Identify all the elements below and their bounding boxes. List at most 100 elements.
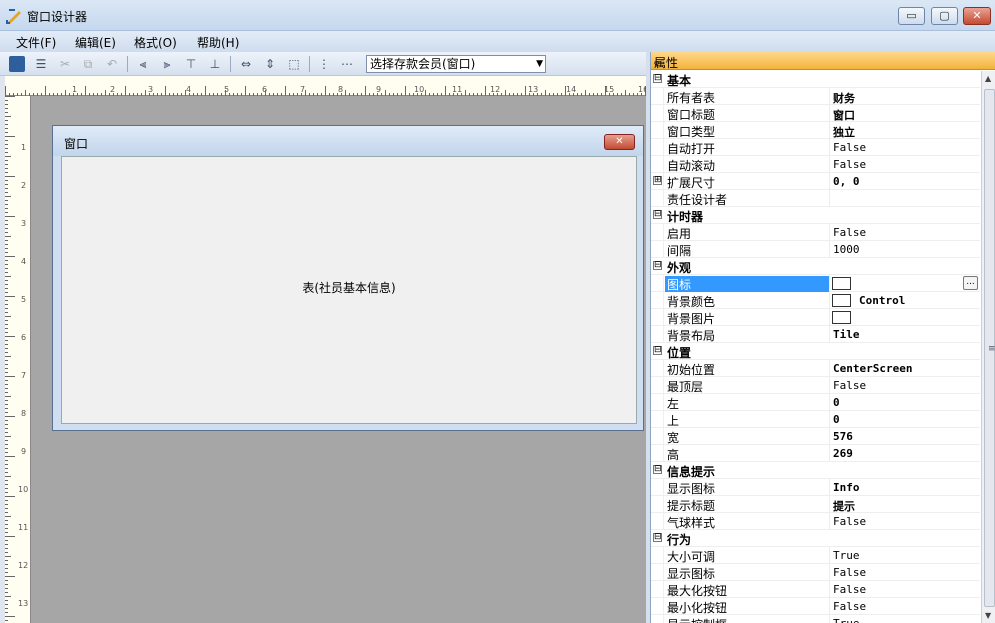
property-row[interactable]: 左0 xyxy=(651,394,980,411)
close-button[interactable]: ✕ xyxy=(963,7,991,25)
dropdown-arrow-icon[interactable]: ▼ xyxy=(536,56,543,72)
property-value[interactable]: 0 xyxy=(833,413,840,426)
property-row[interactable]: 上0 xyxy=(651,411,980,428)
property-category[interactable]: ⊟ 行为 xyxy=(651,530,980,547)
form-title-bar[interactable]: 窗口 ✕ xyxy=(53,126,643,156)
align-top-icon[interactable]: ⊤ xyxy=(183,56,199,72)
property-row[interactable]: 间隔 1000 xyxy=(651,241,980,258)
menu-format[interactable]: 格式(O) xyxy=(134,34,177,51)
property-value[interactable]: False xyxy=(833,515,866,528)
browse-button[interactable]: ... xyxy=(963,276,978,290)
menu-edit[interactable]: 编辑(E) xyxy=(75,34,116,51)
designed-form[interactable]: 窗口 ✕ 表(社员基本信息) xyxy=(52,125,644,431)
same-size-icon[interactable]: ⬚ xyxy=(286,56,302,72)
property-value[interactable]: 576 xyxy=(833,430,853,443)
property-value[interactable]: 独立 xyxy=(833,124,855,140)
expand-icon[interactable]: ⊞ xyxy=(653,176,662,185)
property-row[interactable]: 背景颜色 Control xyxy=(651,292,980,309)
property-category[interactable]: ⊟ 外观 xyxy=(651,258,980,275)
property-value[interactable]: 提示 xyxy=(833,498,855,514)
property-row[interactable]: 显示图标 Info xyxy=(651,479,980,496)
property-row[interactable]: 背景布局 Tile xyxy=(651,326,980,343)
pin-icon[interactable]: ᵩ xyxy=(654,54,992,68)
property-row[interactable]: 显示图标 False xyxy=(651,564,980,581)
property-row[interactable]: ⊞ 扩展尺寸 0, 0 xyxy=(651,173,980,190)
properties-icon[interactable]: ☰ xyxy=(33,56,49,72)
property-row[interactable]: 显示控制框 True xyxy=(651,615,980,623)
property-value[interactable]: 窗口 xyxy=(833,107,855,123)
property-value[interactable]: 0, 0 xyxy=(833,175,860,188)
table-placeholder-label[interactable]: 表(社员基本信息) xyxy=(62,279,636,296)
maximize-button[interactable]: ▢ xyxy=(931,7,958,25)
form-body[interactable]: 表(社员基本信息) xyxy=(61,156,637,424)
property-row[interactable]: 自动打开 False xyxy=(651,139,980,156)
window-selector[interactable]: 选择存款会员(窗口) ▼ xyxy=(366,55,546,73)
color-swatch[interactable] xyxy=(832,277,851,290)
property-row[interactable]: 窗口标题 窗口 xyxy=(651,105,980,122)
property-value[interactable]: False xyxy=(833,226,866,239)
property-row[interactable]: 最小化按钮 False xyxy=(651,598,980,615)
collapse-icon[interactable]: ⊟ xyxy=(653,210,662,219)
property-row[interactable]: 提示标题 提示 xyxy=(651,496,980,513)
property-value[interactable]: 0 xyxy=(833,396,840,409)
property-row[interactable]: 所有者表 财务 xyxy=(651,88,980,105)
same-width-icon[interactable]: ⇔ xyxy=(238,56,254,72)
property-value[interactable]: True xyxy=(833,617,860,623)
property-value[interactable]: False xyxy=(833,566,866,579)
color-swatch[interactable] xyxy=(832,311,851,324)
form-close-button[interactable]: ✕ xyxy=(604,134,635,150)
property-row[interactable]: 初始位置 CenterScreen xyxy=(651,360,980,377)
property-category[interactable]: ⊟ 计时器 xyxy=(651,207,980,224)
collapse-icon[interactable]: ⊟ xyxy=(653,261,662,270)
horizontal-spacing-icon[interactable]: ⋯ xyxy=(339,56,355,72)
property-value[interactable]: 269 xyxy=(833,447,853,460)
save-icon[interactable] xyxy=(9,56,25,72)
property-row[interactable]: 自动滚动 False xyxy=(651,156,980,173)
align-right-icon[interactable]: ⫸ xyxy=(159,56,175,72)
property-value[interactable]: False xyxy=(833,600,866,613)
collapse-icon[interactable]: ⊟ xyxy=(653,533,662,542)
menu-help[interactable]: 帮助(H) xyxy=(197,34,239,51)
property-value[interactable]: False xyxy=(833,141,866,154)
property-row[interactable]: 宽 576 xyxy=(651,428,980,445)
property-row[interactable]: 图标... xyxy=(651,275,980,292)
collapse-icon[interactable]: ⊟ xyxy=(653,74,662,83)
property-category[interactable]: ⊟ 位置 xyxy=(651,343,980,360)
scroll-down-icon[interactable]: ▼ xyxy=(985,611,991,620)
property-row[interactable]: 窗口类型 独立 xyxy=(651,122,980,139)
cut-icon[interactable]: ✂ xyxy=(57,56,73,72)
scroll-up-icon[interactable]: ▲ xyxy=(985,74,991,83)
color-swatch[interactable] xyxy=(832,294,851,307)
property-row[interactable]: 高 269 xyxy=(651,445,980,462)
property-category[interactable]: ⊟ 基本 xyxy=(651,71,980,88)
property-row[interactable]: 启用 False xyxy=(651,224,980,241)
undo-icon[interactable]: ↶ xyxy=(104,56,120,72)
property-value[interactable]: False xyxy=(833,158,866,171)
property-row[interactable]: 大小可调 True xyxy=(651,547,980,564)
property-value[interactable]: Control xyxy=(859,294,905,307)
property-category[interactable]: ⊟ 信息提示 xyxy=(651,462,980,479)
collapse-icon[interactable]: ⊟ xyxy=(653,346,662,355)
align-bottom-icon[interactable]: ⊥ xyxy=(207,56,223,72)
property-value[interactable]: False xyxy=(833,583,866,596)
property-value[interactable]: Tile xyxy=(833,328,860,341)
scroll-thumb[interactable]: ≡ xyxy=(984,89,995,607)
property-value[interactable]: True xyxy=(833,549,860,562)
property-value[interactable]: 1000 xyxy=(833,243,860,256)
minimize-button[interactable]: ▭ xyxy=(898,7,925,25)
vertical-spacing-icon[interactable]: ⋮ xyxy=(316,56,332,72)
align-left-icon[interactable]: ⫷ xyxy=(135,56,151,72)
property-scrollbar[interactable]: ▲ ≡ ▼ xyxy=(981,71,995,623)
property-value[interactable]: False xyxy=(833,379,866,392)
property-row[interactable]: 责任设计者 xyxy=(651,190,980,207)
collapse-icon[interactable]: ⊟ xyxy=(653,465,662,474)
property-value[interactable]: Info xyxy=(833,481,860,494)
menu-file[interactable]: 文件(F) xyxy=(16,34,56,51)
property-row[interactable]: 背景图片 xyxy=(651,309,980,326)
property-row[interactable]: 最大化按钮 False xyxy=(651,581,980,598)
property-value[interactable]: 财务 xyxy=(833,90,855,106)
property-row[interactable]: 气球样式 False xyxy=(651,513,980,530)
copy-icon[interactable]: ⧉ xyxy=(80,56,96,72)
same-height-icon[interactable]: ⇕ xyxy=(262,56,278,72)
property-value[interactable]: CenterScreen xyxy=(833,362,912,375)
